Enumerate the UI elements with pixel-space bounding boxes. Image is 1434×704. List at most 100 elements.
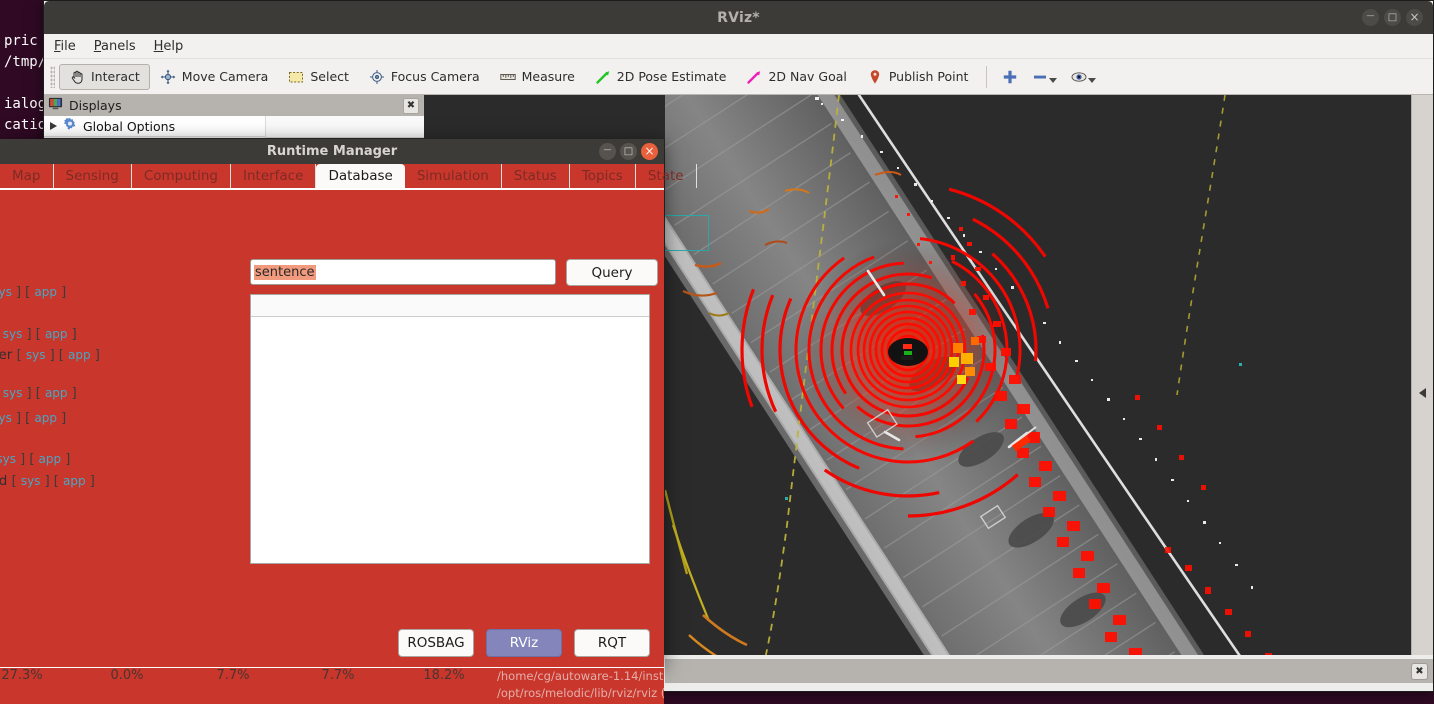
tool-focus-camera-label: Focus Camera	[390, 69, 480, 84]
cpu-meter: 0.0%	[97, 668, 157, 683]
maximize-button[interactable]	[1384, 9, 1401, 26]
chevron-down-icon[interactable]	[1049, 77, 1058, 83]
displays-monitor-icon	[48, 96, 63, 115]
rviz-button[interactable]: RViz	[486, 629, 562, 657]
tool-2d-pose-estimate-label: 2D Pose Estimate	[616, 69, 727, 84]
cpu-meter: 27.3%	[0, 668, 52, 683]
time-panel-bar: ✖	[665, 659, 1433, 683]
right-collapse-strip[interactable]	[1411, 95, 1433, 690]
node-tag-app[interactable]: app	[39, 452, 62, 466]
displays-panel-close-icon[interactable]: ✖	[403, 97, 419, 114]
close-button[interactable]	[1406, 9, 1423, 26]
runtime-manager-window: Runtime Manager Map Sensing Computing In…	[0, 139, 697, 667]
rtm-close-button[interactable]	[641, 143, 658, 160]
add-tool-button[interactable]	[995, 65, 1025, 89]
tool-measure-label: Measure	[521, 69, 575, 84]
log-line: /opt/ros/melodic/lib/rviz/rviz (25	[497, 686, 664, 700]
node-tag-sys[interactable]: sys	[3, 327, 23, 341]
minimize-button[interactable]	[1362, 9, 1379, 26]
runtime-manager-title: Runtime Manager	[266, 144, 398, 159]
rtm-maximize-button[interactable]	[620, 143, 637, 160]
tab-database[interactable]: Database	[316, 164, 405, 188]
rqt-button[interactable]: RQT	[574, 629, 650, 657]
chevron-down-icon[interactable]	[1088, 77, 1097, 83]
query-results-list[interactable]	[250, 294, 650, 564]
tool-focus-camera[interactable]: Focus Camera	[359, 64, 490, 90]
menu-panels[interactable]: Panels	[94, 39, 136, 54]
rosbag-button[interactable]: ROSBAG	[398, 629, 474, 657]
tool-move-camera[interactable]: Move Camera	[150, 64, 279, 90]
node-tag-sys[interactable]: sys	[26, 348, 46, 362]
tool-select-label: Select	[310, 69, 349, 84]
node-tag-app[interactable]: app	[63, 474, 86, 488]
query-button[interactable]: Query	[566, 259, 658, 286]
tool-move-camera-label: Move Camera	[181, 69, 269, 84]
node-tag-app[interactable]: app	[68, 348, 91, 362]
node-row: d_upload [ sys ] [ app ]	[0, 473, 95, 489]
menu-help[interactable]: Help	[154, 39, 184, 54]
displays-panel-title: Displays	[69, 98, 122, 113]
display-label-global-options: Global Options	[83, 118, 176, 134]
runtime-manager-tabs: Map Sensing Computing Interface Database…	[0, 164, 697, 190]
cpu-percent: 18.2%	[423, 668, 465, 683]
rtm-minimize-button[interactable]	[599, 143, 616, 160]
node-row: ader [ sys ] [ app ]	[0, 410, 66, 426]
magenta-arrow-icon	[746, 69, 762, 85]
tool-select[interactable]: Select	[278, 64, 359, 90]
expand-triangle-icon[interactable]	[50, 122, 57, 130]
toolbar-grip[interactable]	[50, 65, 55, 88]
runtime-manager-titlebar: Runtime Manager	[0, 139, 664, 164]
node-tag-app[interactable]: app	[45, 386, 68, 400]
node-tag-app[interactable]: app	[34, 411, 57, 425]
toolbar-separator	[986, 65, 988, 88]
tab-computing[interactable]: Computing	[132, 164, 231, 188]
ruler-icon	[499, 69, 516, 85]
node-tag-app[interactable]: app	[45, 327, 68, 341]
node-tag-sys[interactable]: sys	[0, 285, 12, 299]
remove-tool-button[interactable]	[1025, 65, 1064, 89]
pointcloud-canvas	[665, 95, 1411, 690]
rviz-window-title: RViz*	[717, 9, 760, 26]
runtime-manager-log: /home/cg/autoware-1.14/install/ /opt/ros…	[497, 668, 664, 704]
display-value-cell[interactable]	[265, 116, 424, 138]
tab-topics[interactable]: Topics	[570, 164, 636, 188]
tool-2d-pose-estimate[interactable]: 2D Pose Estimate	[585, 64, 737, 90]
node-row: ader [ sys ] [ app ]	[0, 284, 66, 300]
tab-map[interactable]: Map	[0, 164, 54, 188]
tab-state[interactable]: State	[636, 164, 697, 188]
cpu-percent: 27.3%	[1, 668, 43, 683]
move-camera-icon	[160, 69, 176, 85]
cpu-percent: 0.0%	[110, 668, 144, 683]
tool-interact[interactable]: Interact	[59, 63, 150, 90]
query-input[interactable]: sentence	[250, 259, 556, 285]
runtime-manager-button-row: ROSBAG RViz RQT	[398, 629, 650, 657]
tab-status[interactable]: Status	[502, 164, 570, 188]
tab-interface[interactable]: Interface	[231, 164, 317, 188]
select-rect-icon	[288, 69, 304, 85]
terminal-text: pric /tmp/ ialog catio on)	[4, 33, 47, 154]
time-panel-close-icon[interactable]: ✖	[1411, 662, 1428, 680]
render-view-3d[interactable]	[665, 95, 1411, 690]
node-launch-list: ader [ sys ] [ app ] nloader [ sys ] [ a…	[0, 190, 250, 667]
collapse-left-arrow-icon[interactable]	[1419, 387, 1426, 398]
query-row: sentence Query	[250, 259, 658, 286]
node-tag-sys[interactable]: sys	[21, 474, 41, 488]
tool-2d-nav-goal[interactable]: 2D Nav Goal	[736, 64, 856, 90]
node-tag-sys[interactable]: sys	[0, 452, 16, 466]
node-row: ap_server [ sys ] [ app ]	[0, 347, 100, 363]
tool-2d-nav-goal-label: 2D Nav Goal	[768, 69, 847, 84]
node-name: d_upload	[0, 473, 8, 489]
tab-simulation[interactable]: Simulation	[405, 164, 502, 188]
visibility-button[interactable]	[1064, 65, 1103, 89]
gear-icon	[63, 117, 77, 135]
tool-publish-point[interactable]: Publish Point	[857, 64, 979, 90]
tab-sensing[interactable]: Sensing	[54, 164, 132, 188]
node-tag-app[interactable]: app	[34, 285, 57, 299]
screen: pric /tmp/ ialog catio on) RViz* File Pa…	[0, 0, 1434, 704]
node-tag-sys[interactable]: sys	[0, 411, 12, 425]
tool-measure[interactable]: Measure	[490, 64, 585, 90]
rviz-toolbar: Interact Move Camera Select Focus Camera…	[44, 59, 1433, 95]
rviz-window-controls	[1362, 9, 1423, 26]
menu-file[interactable]: File	[54, 39, 76, 54]
node-tag-sys[interactable]: sys	[3, 386, 23, 400]
